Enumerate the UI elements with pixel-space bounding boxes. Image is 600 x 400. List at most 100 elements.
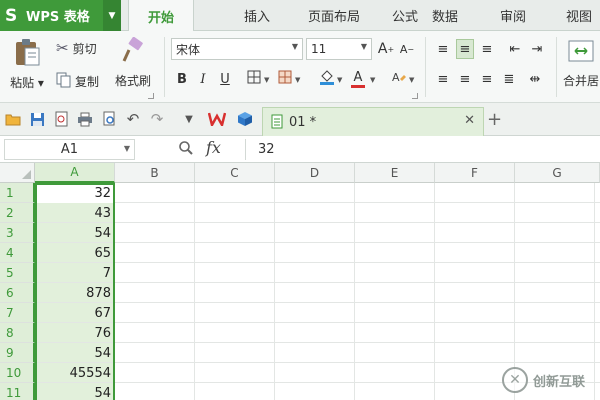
column-header-g[interactable]: G xyxy=(515,163,600,183)
chevron-down-icon[interactable]: ▼ xyxy=(264,76,269,84)
row-header-7[interactable]: 7 xyxy=(0,303,35,323)
decrease-indent-button[interactable]: ⇤ xyxy=(506,39,524,59)
row-header-10[interactable]: 10 xyxy=(0,363,35,383)
column-header-a[interactable]: A xyxy=(35,163,115,183)
font-name-select[interactable]: 宋体 ▼ xyxy=(171,38,303,60)
tab-home[interactable]: 开始 xyxy=(128,0,194,32)
export-pdf-icon[interactable] xyxy=(52,110,70,128)
row-header-9[interactable]: 9 xyxy=(0,343,35,363)
app-menu-dropdown-icon[interactable]: ▼ xyxy=(103,0,121,31)
customize-toolbar-icon[interactable]: ▼ xyxy=(180,110,198,128)
gridline-horizontal xyxy=(35,262,600,263)
row-header-5[interactable]: 5 xyxy=(0,263,35,283)
align-right-button[interactable]: ≡ xyxy=(478,69,496,89)
italic-button[interactable]: I xyxy=(194,69,212,89)
clipboard-group-expand-icon[interactable] xyxy=(148,93,154,99)
app-menu-button[interactable]: S WPS 表格 ▼ xyxy=(0,0,121,31)
bold-button[interactable]: B xyxy=(173,69,191,89)
decrease-font-button[interactable]: A − xyxy=(398,39,416,59)
formula-input[interactable]: 32 xyxy=(245,139,597,160)
format-painter-label: 格式刷 xyxy=(114,74,151,88)
cut-label: 剪切 xyxy=(72,41,97,56)
merge-center-button[interactable]: 合并居 xyxy=(562,37,600,89)
borders-button[interactable] xyxy=(245,69,263,89)
font-color-button[interactable]: A xyxy=(349,69,367,89)
chevron-down-icon[interactable]: ▼ xyxy=(370,76,375,84)
increase-indent-button[interactable]: ⇥ xyxy=(528,39,546,59)
paste-button[interactable]: 粘贴 ▾ xyxy=(6,37,48,91)
format-painter-button[interactable]: 格式刷 xyxy=(110,36,156,89)
watermark-logo-icon: ✕ xyxy=(502,367,528,393)
align-center-button[interactable]: ≡ xyxy=(456,69,474,89)
row-header-8[interactable]: 8 xyxy=(0,323,35,343)
new-tab-plus-icon[interactable]: + xyxy=(487,109,502,130)
print-preview-icon[interactable] xyxy=(100,110,118,128)
chevron-down-icon[interactable]: ▼ xyxy=(409,76,414,84)
underline-button[interactable]: U xyxy=(216,69,234,89)
ribbon-home: 粘贴 ▾ ✂ 剪切 复制 格式刷 宋体 ▼ 11 ▼ A+ A− B I U xyxy=(0,31,600,103)
column-header-e[interactable]: E xyxy=(355,163,435,183)
align-top-button[interactable]: ≡ xyxy=(434,39,452,59)
wps-w-logo-icon[interactable] xyxy=(208,110,226,128)
zoom-search-icon[interactable] xyxy=(178,140,194,160)
justify-button[interactable]: ≣ xyxy=(500,69,518,89)
chevron-down-icon: ▼ xyxy=(360,42,367,51)
insert-function-icon[interactable]: fx xyxy=(206,138,221,157)
undo-icon[interactable]: ↶ xyxy=(124,110,142,128)
row-header-4[interactable]: 4 xyxy=(0,243,35,263)
fill-pattern-button[interactable] xyxy=(276,69,294,89)
column-header-c[interactable]: C xyxy=(195,163,275,183)
tab-view[interactable]: 视图 xyxy=(558,0,600,31)
distributed-button[interactable]: ⇹ xyxy=(526,69,544,89)
tab-data[interactable]: 数据 xyxy=(420,0,470,31)
column-header-b[interactable]: B xyxy=(115,163,195,183)
tab-page-layout[interactable]: 页面布局 xyxy=(298,0,370,31)
document-tab[interactable]: 01 * ✕ xyxy=(262,107,484,136)
scissors-icon: ✂ xyxy=(56,39,69,57)
clear-format-button[interactable]: A xyxy=(390,69,408,89)
align-right-icon: ≡ xyxy=(481,71,493,87)
row-header-2[interactable]: 2 xyxy=(0,203,35,223)
gridline-horizontal xyxy=(35,302,600,303)
chevron-down-icon[interactable]: ▼ xyxy=(124,144,130,153)
redo-icon[interactable]: ↷ xyxy=(148,110,166,128)
merge-cells-icon xyxy=(567,37,595,68)
column-header-d[interactable]: D xyxy=(275,163,355,183)
align-left-button[interactable]: ≡ xyxy=(434,69,452,89)
column-selection-border xyxy=(35,183,115,400)
tab-review[interactable]: 审阅 xyxy=(488,0,538,31)
gridline-horizontal xyxy=(35,282,600,283)
align-middle-button[interactable]: ≡ xyxy=(456,39,474,59)
font-size-select[interactable]: 11 ▼ xyxy=(306,38,372,60)
cut-button[interactable]: ✂ 剪切 xyxy=(56,39,97,57)
name-box[interactable]: A1 ▼ xyxy=(4,139,135,160)
select-all-corner[interactable] xyxy=(0,163,35,183)
open-folder-icon[interactable] xyxy=(4,110,22,128)
align-bottom-button[interactable]: ≡ xyxy=(478,39,496,59)
chevron-down-icon[interactable]: ▼ xyxy=(295,76,300,84)
chevron-down-icon[interactable]: ▼ xyxy=(337,76,342,84)
row-header-1[interactable]: 1 xyxy=(0,183,35,203)
print-icon[interactable] xyxy=(76,110,94,128)
align-middle-icon: ≡ xyxy=(459,41,471,57)
app-name: WPS 表格 xyxy=(26,10,90,25)
save-icon[interactable] xyxy=(28,110,46,128)
align-bottom-icon: ≡ xyxy=(481,41,493,57)
gridline-vertical xyxy=(194,183,195,400)
row-header-11[interactable]: 11 xyxy=(0,383,35,400)
tab-insert[interactable]: 插入 xyxy=(232,0,282,31)
row-header-6[interactable]: 6 xyxy=(0,283,35,303)
row-header-3[interactable]: 3 xyxy=(0,223,35,243)
gridline-vertical xyxy=(274,183,275,400)
cell-style-icon xyxy=(278,70,292,88)
worksheet-grid[interactable]: A B C D E F G 1 32 2 43 3 54 4 65 5 7 6 878 7 67 8 76 9 54 10 4555… xyxy=(0,163,600,400)
close-icon[interactable]: ✕ xyxy=(464,113,475,128)
fill-color-button[interactable] xyxy=(318,69,336,89)
cube-icon[interactable] xyxy=(236,110,254,128)
column-header-f[interactable]: F xyxy=(435,163,515,183)
increase-font-button[interactable]: A + xyxy=(377,39,395,59)
select-all-triangle-icon xyxy=(22,170,31,179)
gridline-vertical xyxy=(594,183,595,400)
font-group-expand-icon[interactable] xyxy=(412,93,418,99)
copy-button[interactable]: 复制 xyxy=(56,72,99,91)
